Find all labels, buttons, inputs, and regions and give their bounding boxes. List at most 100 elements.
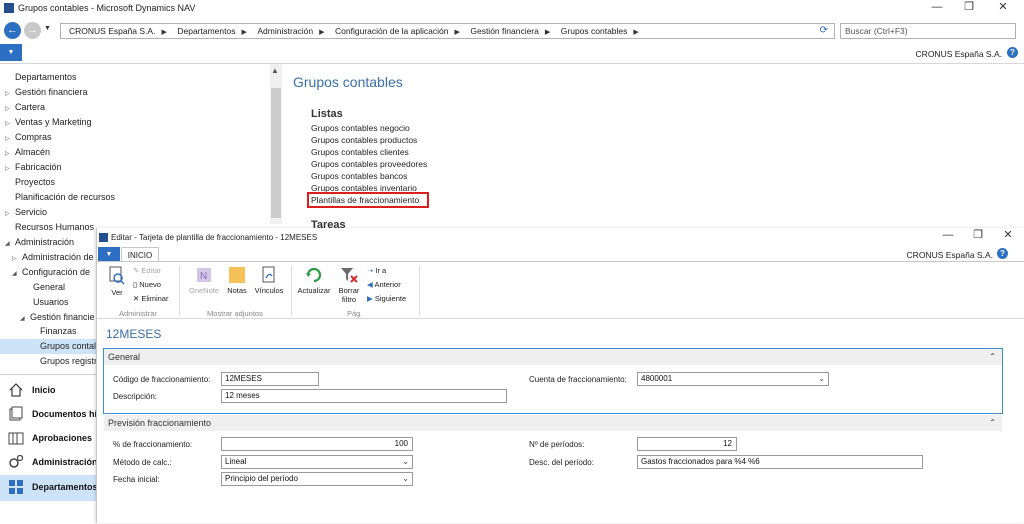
nav-item-compras[interactable]: ▷ Compras bbox=[5, 132, 52, 142]
link-grupos-clientes[interactable]: Grupos contables clientes bbox=[311, 147, 409, 157]
expand-icon[interactable]: ▷ bbox=[12, 255, 22, 262]
nav-item-cartera[interactable]: ▷ Cartera bbox=[5, 102, 45, 112]
nav-item-almacen[interactable]: ▷ Almacén bbox=[5, 147, 50, 157]
nperiodos-field[interactable]: 12 bbox=[637, 437, 737, 451]
cuenta-field[interactable]: 4800001 ⌄ bbox=[637, 372, 829, 386]
history-dropdown-icon[interactable]: ▼ bbox=[44, 25, 51, 32]
breadcrumb-segment[interactable]: Administración bbox=[257, 24, 313, 38]
borrar-filtro-button[interactable]: Borrar filtro bbox=[335, 266, 363, 304]
fasttab-general[interactable]: General ⌃ bbox=[104, 349, 1002, 365]
codigo-field[interactable]: 12MESES bbox=[221, 372, 319, 386]
eliminar-button[interactable]: ✕ Eliminar bbox=[133, 294, 168, 303]
collapse-icon[interactable]: ⌃ bbox=[989, 349, 996, 365]
search-input[interactable]: Buscar (Ctrl+F3) bbox=[840, 23, 1016, 39]
expand-icon[interactable]: ▷ bbox=[5, 120, 15, 127]
siguiente-button[interactable]: ▶ Siguiente bbox=[367, 294, 406, 303]
notas-button[interactable]: Notas bbox=[225, 266, 249, 295]
chevron-right-icon: ▶ bbox=[633, 29, 639, 36]
dialog-maximize-button[interactable]: ❐ bbox=[963, 228, 993, 245]
expand-icon[interactable]: ▷ bbox=[5, 105, 15, 112]
nav-item-grupos-contables[interactable]: Grupos contal bbox=[0, 339, 96, 354]
forward-arrow-icon[interactable]: → bbox=[24, 22, 41, 39]
nav-item-departamentos[interactable]: Departamentos bbox=[5, 72, 77, 82]
maximize-button[interactable]: ❐ bbox=[954, 0, 984, 17]
nav-item-fabricacion[interactable]: ▷ Fabricación bbox=[5, 162, 62, 172]
breadcrumb-segment[interactable]: CRONUS España S.A. bbox=[69, 24, 155, 38]
chevron-down-icon[interactable]: ⌄ bbox=[402, 473, 409, 485]
dialog-minimize-button[interactable]: — bbox=[933, 228, 963, 245]
nav-scrollbar-thumb[interactable] bbox=[271, 88, 281, 218]
scroll-up-icon[interactable]: ▲ bbox=[271, 66, 279, 75]
nav-item-administracion[interactable]: ◢ Administración bbox=[5, 237, 74, 247]
breadcrumb-segment[interactable]: Gestión financiera bbox=[470, 24, 539, 38]
ir-a-button[interactable]: ➝ Ir a bbox=[367, 266, 386, 275]
nav-button-documentos[interactable]: Documentos hi bbox=[0, 402, 100, 426]
nav-item-configuracion[interactable]: ◢ Configuración de bbox=[12, 267, 90, 277]
nav-item-proyectos[interactable]: Proyectos bbox=[5, 177, 55, 187]
breadcrumb[interactable]: CRONUS España S.A. ▶ Departamentos ▶ Admin… bbox=[60, 23, 835, 39]
delete-icon: ✕ bbox=[133, 294, 140, 303]
nav-item-rrhh[interactable]: Recursos Humanos bbox=[5, 222, 94, 232]
nav-button-administracion[interactable]: Administración bbox=[0, 450, 100, 474]
expand-icon[interactable]: ◢ bbox=[20, 315, 30, 322]
expand-icon[interactable]: ▷ bbox=[5, 210, 15, 217]
app-icon bbox=[4, 3, 14, 13]
nav-item-usuarios[interactable]: Usuarios bbox=[23, 297, 69, 307]
help-icon[interactable]: ? bbox=[1007, 47, 1018, 58]
nuevo-button[interactable]: ▯ Nuevo bbox=[133, 280, 161, 289]
nav-item-planificacion[interactable]: Planificación de recursos bbox=[5, 192, 115, 202]
expand-icon[interactable]: ▷ bbox=[5, 150, 15, 157]
nav-item-grupos-registro[interactable]: Grupos registr bbox=[30, 356, 97, 366]
nav-item-finanzas[interactable]: Finanzas bbox=[30, 326, 77, 336]
nav-item-gestion-financiera[interactable]: ▷ Gestión financiera bbox=[5, 87, 88, 97]
nav-button-aprobaciones[interactable]: Aprobaciones bbox=[0, 426, 100, 450]
back-arrow-icon[interactable]: ← bbox=[4, 22, 21, 39]
nav-item-servicio[interactable]: ▷ Servicio bbox=[5, 207, 47, 217]
link-grupos-proveedores[interactable]: Grupos contables proveedores bbox=[311, 159, 427, 169]
breadcrumb-segment[interactable]: Departamentos bbox=[177, 24, 235, 38]
nav-item-administracion-de[interactable]: ▷ Administración de bbox=[12, 252, 94, 262]
actualizar-button[interactable]: Actualizar bbox=[295, 266, 333, 295]
breadcrumb-segment[interactable]: Grupos contables bbox=[561, 24, 628, 38]
ver-button[interactable]: Ver bbox=[107, 266, 127, 297]
ribbon-group-pag: Pág. bbox=[347, 309, 363, 318]
metodo-select[interactable]: Lineal ⌄ bbox=[221, 455, 413, 469]
breadcrumb-segment[interactable]: Configuración de la aplicación bbox=[335, 24, 448, 38]
expand-icon[interactable]: ▷ bbox=[5, 90, 15, 97]
help-icon[interactable]: ? bbox=[997, 248, 1008, 259]
fecha-select[interactable]: Principio del período ⌄ bbox=[221, 472, 413, 486]
app-menu-dropdown[interactable]: ▼ bbox=[0, 44, 22, 61]
onenote-button[interactable]: N OneNote bbox=[187, 266, 221, 295]
expand-icon[interactable]: ◢ bbox=[12, 270, 22, 277]
descripcion-field[interactable]: 12 meses bbox=[221, 389, 507, 403]
nav-button-inicio[interactable]: Inicio bbox=[0, 378, 100, 402]
minimize-button[interactable]: — bbox=[922, 0, 952, 17]
porcentaje-field[interactable]: 100 bbox=[221, 437, 413, 451]
link-grupos-negocio[interactable]: Grupos contables negocio bbox=[311, 123, 410, 133]
ribbon: Ver ✎ Editar ▯ Nuevo ✕ Eliminar Administ… bbox=[97, 261, 1024, 319]
expand-icon[interactable]: ▷ bbox=[5, 165, 15, 172]
tab-inicio[interactable]: INICIO bbox=[121, 247, 159, 262]
chevron-down-icon[interactable]: ⌄ bbox=[402, 456, 409, 468]
dialog-menu-dropdown[interactable]: ▼ bbox=[98, 247, 120, 262]
editar-button[interactable]: ✎ Editar bbox=[133, 266, 161, 275]
fasttab-prevision[interactable]: Previsión fraccionamiento ⌃ bbox=[104, 415, 1002, 431]
expand-icon[interactable]: ▷ bbox=[5, 135, 15, 142]
collapse-icon[interactable]: ⌃ bbox=[989, 415, 996, 431]
expand-icon[interactable]: ◢ bbox=[5, 240, 15, 247]
link-grupos-productos[interactable]: Grupos contables productos bbox=[311, 135, 417, 145]
nav-item-ventas[interactable]: ▷ Ventas y Marketing bbox=[5, 117, 92, 127]
nav-button-departamentos[interactable]: Departamentos bbox=[0, 475, 100, 501]
vinculos-button[interactable]: Vínculos bbox=[253, 266, 285, 295]
nav-item-gestion-financiera-sub[interactable]: ◢ Gestión financie bbox=[20, 312, 95, 322]
link-grupos-bancos[interactable]: Grupos contables bancos bbox=[311, 171, 407, 181]
onenote-icon: N bbox=[197, 268, 211, 282]
nav-item-general[interactable]: General bbox=[23, 282, 65, 292]
desc-periodo-label: Desc. del período: bbox=[529, 458, 594, 467]
desc-periodo-field[interactable]: Gastos fraccionados para %4 %6 bbox=[637, 455, 923, 469]
dialog-close-button[interactable]: ✕ bbox=[993, 228, 1023, 245]
close-button[interactable]: ✕ bbox=[988, 0, 1018, 17]
anterior-button[interactable]: ◀ Anterior bbox=[367, 280, 401, 289]
refresh-icon[interactable]: ⟳ bbox=[820, 25, 828, 36]
chevron-down-icon[interactable]: ⌄ bbox=[818, 373, 825, 385]
